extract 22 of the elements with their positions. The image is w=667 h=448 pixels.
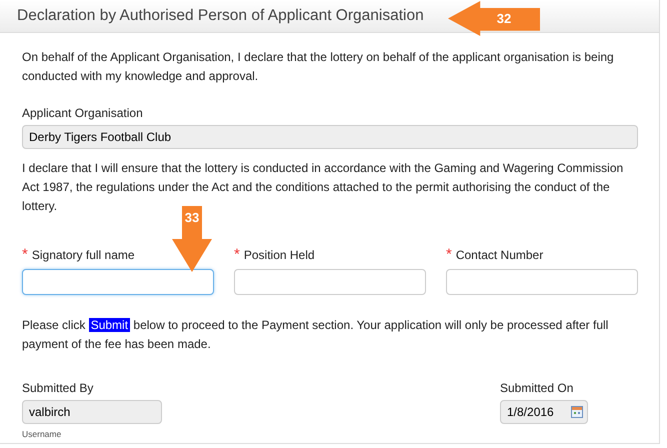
field-label: Applicant Organisation (22, 106, 144, 120)
field-label: Position Held (244, 248, 315, 262)
field-label: Submitted On (500, 381, 574, 395)
required-mark: * (446, 246, 452, 263)
notice-text: Please click Submit below to proceed to the Payment section. Your application will only be processed after full payment of the fee has been made. (22, 317, 610, 353)
section-title: Declaration by Authorised Person of Applicant Organisation (17, 7, 424, 25)
required-mark: * (22, 246, 28, 263)
calendar-icon[interactable] (571, 406, 583, 418)
field-label: Submitted By (22, 381, 94, 395)
callout-arrow-down: 33 (172, 206, 212, 272)
intro-text: On behalf of the Applicant Organisation, I declare that the lottery on behalf of the applicant organisation is being conducted with my knowledge and approval. (22, 49, 615, 85)
text-input[interactable] (234, 269, 426, 295)
text-input[interactable] (446, 269, 638, 295)
field-hint: Username (22, 429, 62, 439)
organisation-field[interactable]: Derby Tigers Football Club (22, 125, 638, 149)
callout-arrow-left: 32 (448, 1, 540, 36)
field-label: Signatory full name (32, 248, 135, 262)
text-input[interactable] (22, 269, 214, 295)
required-mark: * (234, 246, 240, 263)
username-field[interactable]: valbirch (22, 400, 162, 424)
field-label: Contact Number (456, 248, 544, 262)
date-field[interactable]: 1/8/2016 (500, 400, 588, 424)
